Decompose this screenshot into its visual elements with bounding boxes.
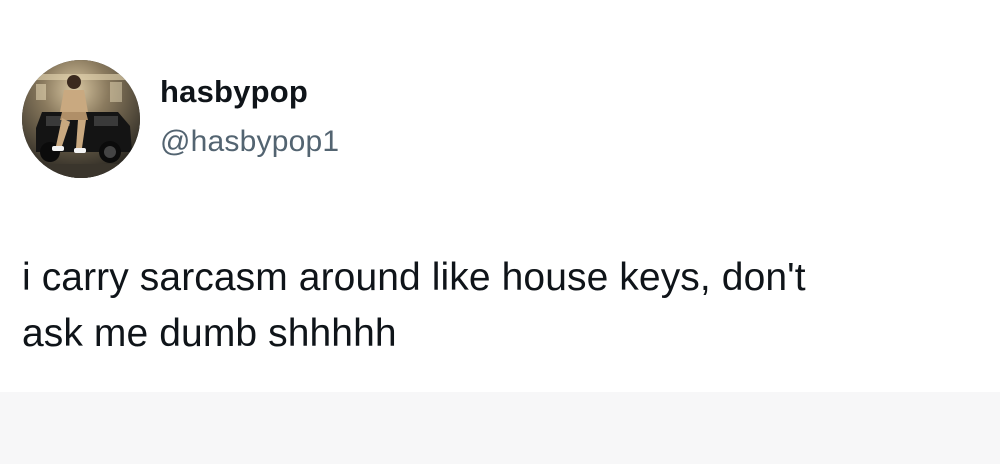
user-handle[interactable]: @hasbypop1 (160, 124, 339, 160)
tweet-text-line: i carry sarcasm around like house keys, … (22, 256, 806, 299)
avatar[interactable] (22, 60, 140, 178)
display-name[interactable]: hasbypop (160, 74, 308, 110)
tweet-text: i carry sarcasm around like house keys, … (22, 250, 972, 362)
tweet-card: hasbypop @hasbypop1 i carry sarcasm arou… (0, 0, 1000, 400)
bottom-band (0, 392, 1000, 464)
profile-photo-icon (22, 60, 140, 178)
tweet-text-line: ask me dumb shhhhh (22, 312, 397, 355)
